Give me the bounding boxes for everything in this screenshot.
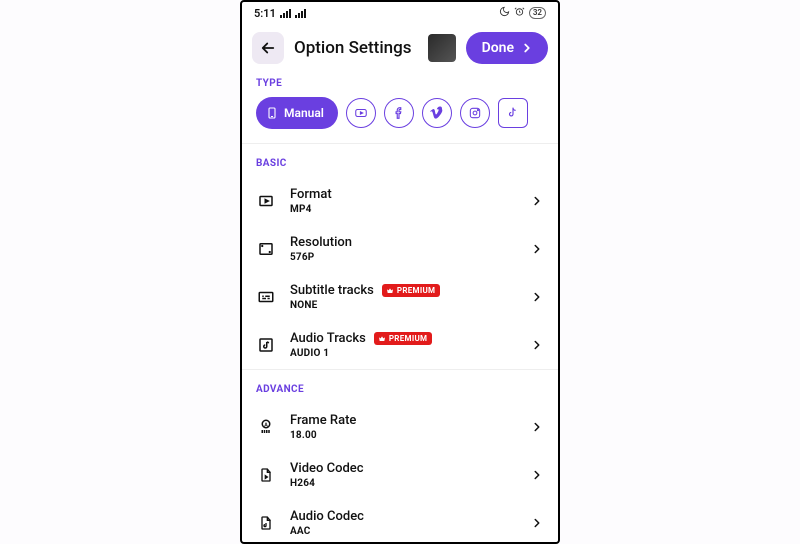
row-label: Video Codec: [290, 461, 364, 476]
chevron-right-icon: [530, 194, 544, 208]
svg-text:A: A: [264, 422, 268, 428]
row-audio[interactable]: Audio Tracks PREMIUM AUDIO 1: [242, 321, 558, 369]
row-label: Audio Codec: [290, 509, 364, 524]
type-chip-label: Manual: [284, 106, 324, 120]
file-icon: [256, 465, 276, 485]
row-value: AAC: [290, 526, 516, 537]
subtitle-icon: [256, 287, 276, 307]
signal-icon: [295, 9, 306, 18]
tiktok-icon: [506, 106, 520, 120]
row-value: H264: [290, 478, 516, 489]
row-videocodec[interactable]: Video Codec H264: [242, 451, 558, 499]
divider: [242, 143, 558, 144]
status-time: 5:11: [254, 7, 276, 20]
type-row: Manual: [242, 97, 558, 143]
chevron-right-icon: [530, 242, 544, 256]
moon-icon: [499, 6, 510, 20]
row-resolution[interactable]: Resolution 576P: [242, 225, 558, 273]
framerate-icon: A: [256, 417, 276, 437]
back-button[interactable]: [252, 32, 284, 64]
row-value: 18.00: [290, 430, 516, 441]
vimeo-icon: [429, 105, 445, 121]
premium-badge: PREMIUM: [382, 284, 441, 297]
type-youtube[interactable]: [346, 98, 376, 128]
row-label: Frame Rate: [290, 413, 356, 428]
format-icon: [256, 191, 276, 211]
chevron-right-icon: [530, 516, 544, 530]
type-vimeo[interactable]: [422, 98, 452, 128]
type-chip-manual[interactable]: Manual: [256, 97, 338, 129]
signal-icon: [280, 9, 291, 18]
audio-icon: [256, 335, 276, 355]
instagram-icon: [468, 106, 482, 120]
divider: [242, 369, 558, 370]
phone-frame: 5:11 32 Option Settings Done TYPE: [240, 0, 560, 544]
section-label-type: TYPE: [242, 74, 558, 97]
file-icon: [256, 513, 276, 533]
type-instagram[interactable]: [460, 98, 490, 128]
section-label-basic: BASIC: [242, 154, 558, 177]
row-value: AUDIO 1: [290, 348, 516, 359]
row-format[interactable]: Format MP4: [242, 177, 558, 225]
row-value: NONE: [290, 300, 516, 311]
row-value: 576P: [290, 252, 516, 263]
done-button[interactable]: Done: [466, 32, 548, 64]
status-bar: 5:11 32: [242, 2, 558, 24]
phone-icon: [266, 105, 278, 121]
type-facebook[interactable]: [384, 98, 414, 128]
facebook-icon: [392, 106, 406, 120]
chevron-right-icon: [530, 290, 544, 304]
section-label-advance: ADVANCE: [242, 380, 558, 403]
crown-icon: [378, 335, 386, 343]
premium-badge: PREMIUM: [374, 332, 433, 345]
chevron-right-icon: [530, 468, 544, 482]
resolution-icon: [256, 239, 276, 259]
row-audiocodec[interactable]: Audio Codec AAC: [242, 499, 558, 542]
row-label: Resolution: [290, 235, 352, 250]
row-value: MP4: [290, 204, 516, 215]
crown-icon: [386, 287, 394, 295]
row-label: Audio Tracks: [290, 331, 366, 346]
chevron-right-icon: [530, 420, 544, 434]
arrow-left-icon: [259, 39, 277, 57]
done-button-label: Done: [482, 40, 514, 56]
chevron-right-icon: [520, 41, 534, 55]
row-label: Format: [290, 187, 332, 202]
row-label: Subtitle tracks: [290, 283, 374, 298]
alarm-icon: [514, 6, 525, 20]
page-title: Option Settings: [294, 38, 412, 58]
type-tiktok[interactable]: [498, 98, 528, 128]
video-thumbnail[interactable]: [428, 34, 456, 62]
row-subtitle[interactable]: Subtitle tracks PREMIUM NONE: [242, 273, 558, 321]
row-framerate[interactable]: A Frame Rate 18.00: [242, 403, 558, 451]
battery-indicator: 32: [529, 7, 546, 19]
youtube-icon: [354, 106, 368, 120]
chevron-right-icon: [530, 338, 544, 352]
app-header: Option Settings Done: [242, 24, 558, 74]
